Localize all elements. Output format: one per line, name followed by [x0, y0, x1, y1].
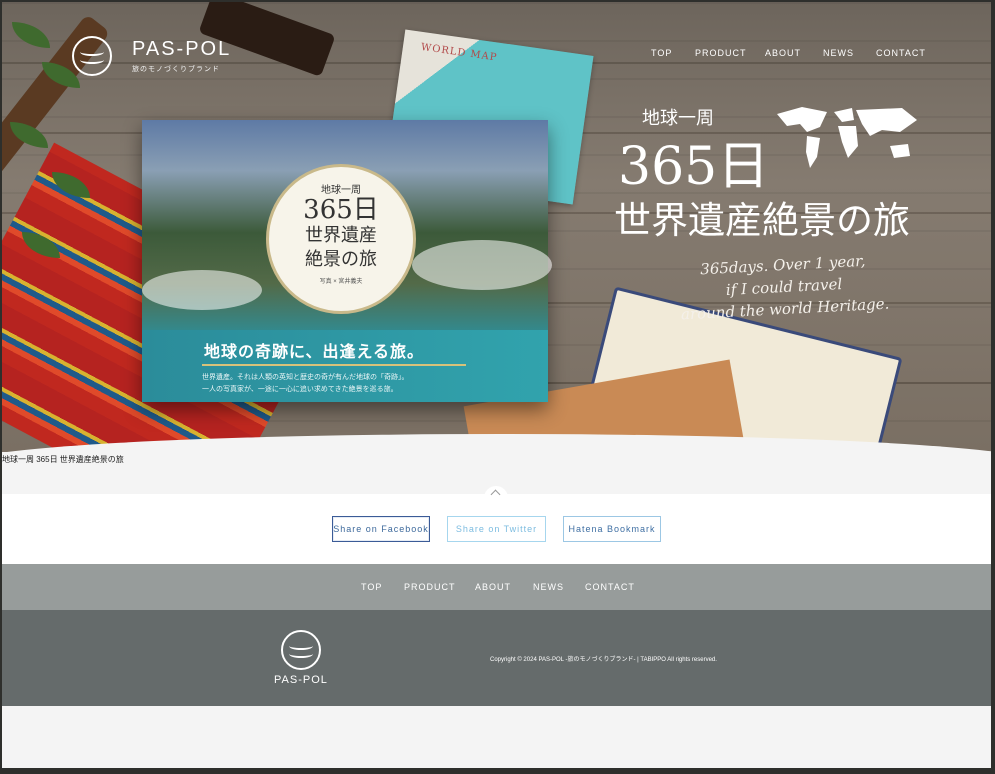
chevron-up-icon [490, 489, 501, 500]
page: WORLD MAP 地球一周 365日 世界遺産 絶景の旅 写真 × 宮井義夫 … [2, 2, 991, 768]
book-title-line1: 世界遺産 [305, 225, 377, 246]
logo-wave [80, 56, 104, 64]
nav-contact[interactable]: CONTACT [876, 48, 926, 58]
logo-mark-icon [72, 36, 112, 76]
book-cover: 地球一周 365日 世界遺産 絶景の旅 写真 × 宮井義夫 地球の奇跡に、出逢え… [142, 120, 552, 402]
nav-top[interactable]: TOP [651, 48, 672, 58]
scroll-to-top-button[interactable] [484, 486, 508, 500]
book-band: 地球の奇跡に、出逢える旅。 世界遺産。それは人類の英知と歴史の奇が有んだ地球の「… [142, 330, 548, 402]
book-author: 写真 × 宮井義夫 [319, 279, 363, 285]
book-title-line2: 絶景の旅 [305, 249, 377, 270]
hatena-bookmark-button[interactable]: Hatena Bookmark [563, 516, 661, 542]
share-twitter-button[interactable]: Share on Twitter [447, 516, 546, 542]
footer-nav-top[interactable]: TOP [361, 582, 382, 592]
brand-name: PAS-POL [132, 38, 232, 60]
hero-caption: 地球一周 365日 世界遺産絶景の旅 [2, 455, 124, 464]
copyright-text: Copyright © 2024 PAS-POL -旅のモノづくりブランド- |… [490, 657, 717, 663]
nav-news[interactable]: NEWS [823, 48, 854, 58]
headline-big: 365日 [618, 137, 770, 197]
nav-product[interactable]: PRODUCT [695, 48, 747, 58]
mist [412, 240, 552, 290]
logo-wave [289, 650, 313, 658]
book-title-circle: 地球一周 365日 世界遺産 絶景の旅 写真 × 宮井義夫 [266, 164, 416, 314]
mist [142, 270, 262, 310]
footer-nav-about[interactable]: ABOUT [475, 582, 511, 592]
leaf-prop [12, 22, 50, 48]
world-map-icon [777, 107, 917, 168]
book-title-small: 地球一周 [321, 185, 361, 196]
logo-wave [80, 48, 104, 56]
map-label: WORLD MAP [420, 41, 499, 64]
headline-mid: 世界遺産絶景の旅 [614, 199, 910, 242]
footer-nav-contact[interactable]: CONTACT [585, 582, 635, 592]
book-description-1: 世界遺産。それは人類の英知と歴史の奇が有んだ地球の「奇跡」。 [202, 374, 409, 381]
book-description-2: 一人の写真家が、一途に一心に追い求めてきた絶景を巡る旅。 [202, 386, 398, 393]
footer-logo-icon[interactable] [281, 630, 321, 670]
book-title-big: 365日 [303, 195, 379, 225]
hero-section: WORLD MAP 地球一周 365日 世界遺産 絶景の旅 写真 × 宮井義夫 … [2, 2, 991, 452]
footer-nav-product[interactable]: PRODUCT [404, 582, 456, 592]
logo-wave [289, 642, 313, 650]
footer: PAS-POL Copyright © 2024 PAS-POL -旅のモノづく… [2, 610, 991, 706]
brand-subtitle: 旅のモノづくりブランド [132, 66, 220, 73]
hero-script-text: 365days. Over 1 year, if I could travel … [672, 248, 895, 325]
footer-nav: TOP PRODUCT ABOUT NEWS CONTACT [2, 564, 991, 610]
book-tagline: 地球の奇跡に、出逢える旅。 [204, 342, 425, 361]
share-facebook-button[interactable]: Share on Facebook [332, 516, 430, 542]
book-divider [202, 364, 466, 366]
footer-nav-news[interactable]: NEWS [533, 582, 564, 592]
nav-about[interactable]: ABOUT [765, 48, 801, 58]
footer-brand-name: PAS-POL [274, 674, 328, 686]
